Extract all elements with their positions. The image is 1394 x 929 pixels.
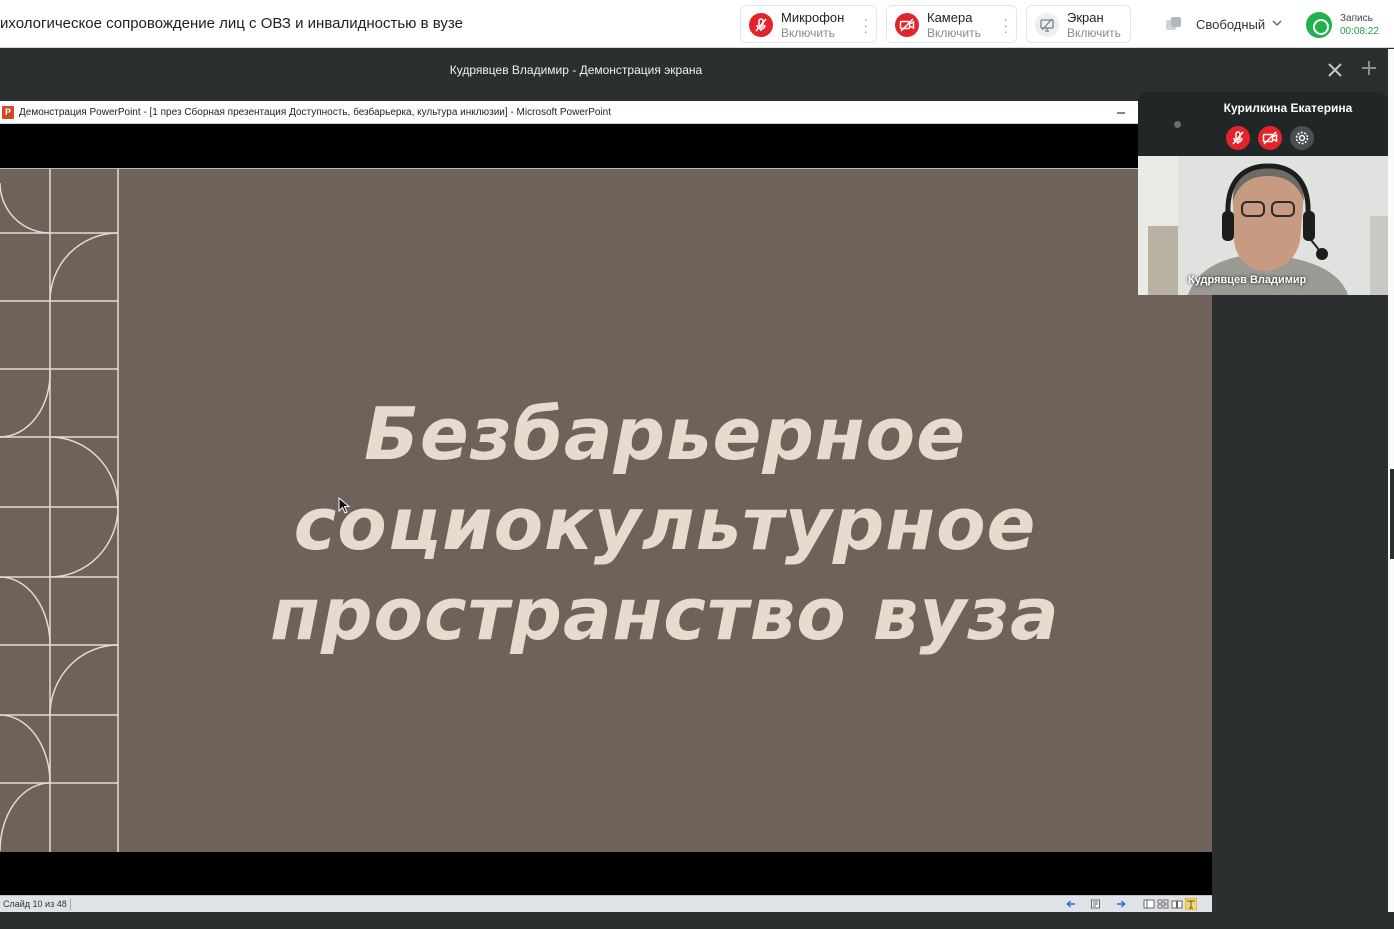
normal-view-icon[interactable] xyxy=(1143,898,1155,910)
slide-letterbox-top xyxy=(0,124,1212,168)
slide-sorter-icon[interactable] xyxy=(1157,898,1169,910)
status-select[interactable]: Свободный xyxy=(1160,10,1290,38)
participant-mic-off-icon[interactable] xyxy=(1226,126,1250,150)
screen-label: Экран xyxy=(1067,10,1104,25)
microphone-more-icon[interactable]: · · · xyxy=(863,12,868,38)
participant-name: Курилкина Екатерина xyxy=(1223,101,1353,115)
decorative-pattern xyxy=(0,169,119,852)
mouse-cursor-icon xyxy=(338,497,350,514)
plus-icon[interactable] xyxy=(1360,59,1378,77)
slide-title: Безбарьерное социокультурное пространств… xyxy=(200,389,1130,659)
camera-label: Камера xyxy=(927,10,973,25)
next-slide-icon[interactable] xyxy=(1115,898,1127,910)
powerpoint-titlebar: P Демонстрация PowerPoint - [1 през Сбор… xyxy=(0,101,1212,124)
screen-share-header: Кудрявцев Владимир - Демонстрация экрана xyxy=(0,49,1394,91)
camera-action: Включить xyxy=(927,26,981,40)
meeting-title: ихологическое сопровождение лиц с ОВЗ и … xyxy=(0,15,463,32)
slide-title-line: Безбарьерное xyxy=(364,392,966,476)
top-bar: ихологическое сопровождение лиц с ОВЗ и … xyxy=(0,0,1394,48)
participant-camera-off-icon[interactable] xyxy=(1258,126,1282,150)
slide-title-line: пространство вуза xyxy=(270,572,1060,656)
camera-off-icon xyxy=(895,13,919,37)
screen-share-title: Кудрявцев Владимир - Демонстрация экрана xyxy=(449,63,703,77)
status-divider xyxy=(70,899,71,910)
slide-counter: Слайд 10 из 48 xyxy=(3,899,67,909)
screen-share-icon xyxy=(1035,13,1059,37)
screen-action: Включить xyxy=(1067,26,1121,40)
previous-slide-icon[interactable] xyxy=(1065,898,1077,910)
close-icon[interactable] xyxy=(1326,61,1344,79)
speaker-video[interactable]: Кудрявцев Владимир xyxy=(1138,156,1388,295)
participants-panel xyxy=(1212,295,1388,929)
scrollbar-thumb[interactable] xyxy=(1390,469,1394,559)
recording-time: 00:08:22 xyxy=(1340,26,1379,37)
slide-show-icon[interactable] xyxy=(1185,898,1197,910)
screen-share-button[interactable]: Экран Включить xyxy=(1026,5,1131,43)
recording-label: Запись xyxy=(1340,13,1373,24)
microphone-button[interactable]: Микрофон Включить · · · xyxy=(740,5,877,43)
bottom-area xyxy=(0,912,1394,929)
camera-button[interactable]: Камера Включить · · · xyxy=(886,5,1017,43)
scrollbar[interactable] xyxy=(1388,49,1394,912)
microphone-action: Включить xyxy=(781,26,835,40)
minimize-icon[interactable] xyxy=(1114,105,1128,119)
powerpoint-window-title: Демонстрация PowerPoint - [1 през Сборна… xyxy=(19,107,612,118)
slide-menu-icon[interactable] xyxy=(1090,898,1102,910)
speaking-indicator-icon xyxy=(1174,121,1181,128)
powerpoint-logo-icon: P xyxy=(2,106,14,119)
recording-indicator[interactable]: Запись 00:08:22 xyxy=(1306,10,1390,40)
slide-letterbox-bottom xyxy=(0,852,1212,896)
chevron-down-icon xyxy=(1272,20,1282,27)
camera-more-icon[interactable]: · · · xyxy=(1003,12,1008,38)
reading-view-icon[interactable] xyxy=(1171,898,1183,910)
presentation-slide: Безбарьерное социокультурное пространств… xyxy=(0,168,1212,852)
slide-title-line: социокультурное xyxy=(293,482,1037,566)
record-icon xyxy=(1306,12,1332,38)
powerpoint-status-bar: Слайд 10 из 48 xyxy=(0,895,1212,912)
gear-icon[interactable] xyxy=(1290,126,1314,150)
status-icon xyxy=(1166,17,1181,30)
microphone-label: Микрофон xyxy=(781,10,845,25)
microphone-off-icon xyxy=(749,13,773,37)
video-speaker-name: Кудрявцев Владимир xyxy=(1188,274,1307,286)
status-value: Свободный xyxy=(1196,17,1266,32)
participant-tile[interactable]: Курилкина Екатерина xyxy=(1138,92,1388,156)
